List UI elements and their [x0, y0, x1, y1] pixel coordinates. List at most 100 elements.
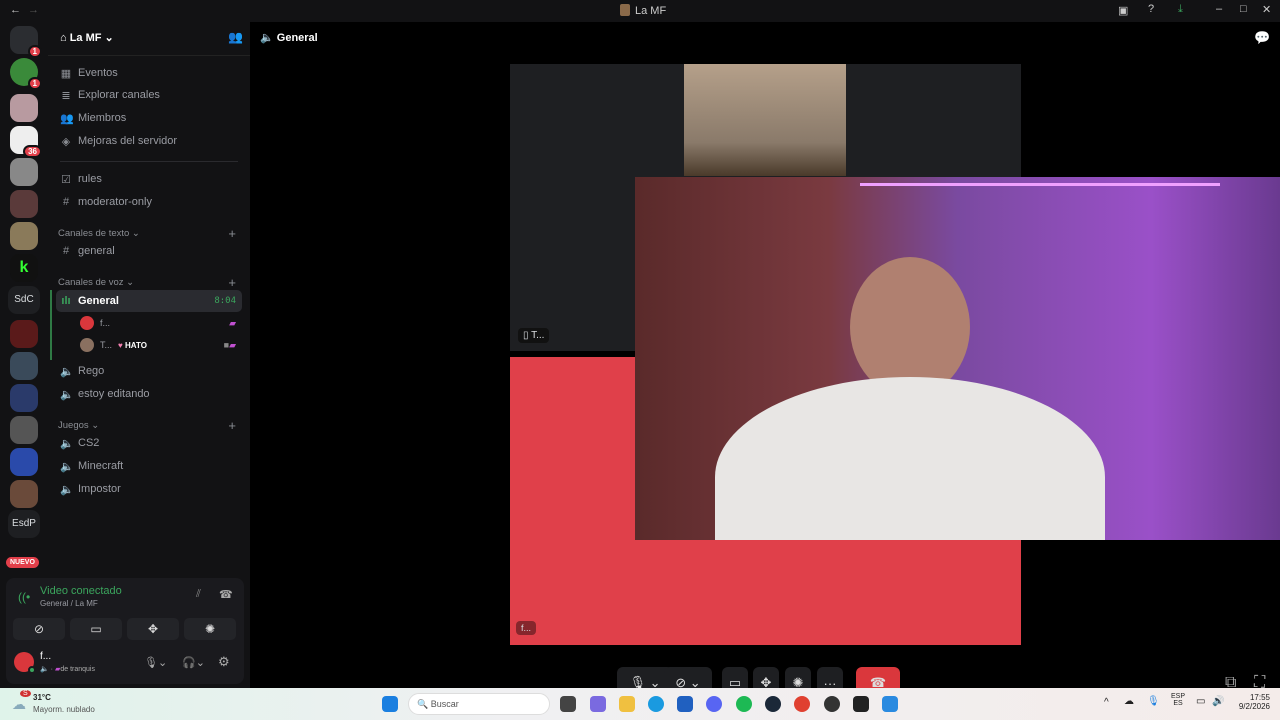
label: Miembros [78, 112, 127, 124]
inbox-icon[interactable]: ▣ [1118, 4, 1128, 17]
server-sdc[interactable]: SdC [8, 286, 40, 314]
channel-general-text[interactable]: # general [56, 240, 242, 262]
activities-button[interactable]: ✥ [127, 618, 179, 640]
username[interactable]: f... [40, 651, 51, 662]
server-icon[interactable] [10, 352, 38, 380]
plus-icon[interactable]: + [228, 275, 236, 290]
file-explorer-icon[interactable] [619, 696, 635, 712]
spotify-icon[interactable] [736, 696, 752, 712]
menu-explorar-canales[interactable]: ≣ Explorar canales [56, 84, 242, 106]
label: Minecraft [78, 460, 124, 472]
weather-icon[interactable]: ☁ [12, 696, 26, 713]
channel-rules[interactable]: ☑ rules [56, 168, 242, 190]
channel-impostor[interactable]: 🔈 Impostor [56, 478, 242, 500]
window-title: La MF [635, 5, 667, 17]
notepad-icon[interactable] [882, 696, 898, 712]
server-icon[interactable] [10, 384, 38, 412]
app-icon[interactable] [824, 696, 840, 712]
server-icon[interactable] [10, 416, 38, 444]
settings-gear-icon[interactable]: ⚙ [218, 654, 230, 670]
menu-eventos[interactable]: ▦ Eventos [56, 62, 242, 84]
volume-icon[interactable]: 🔊 [1212, 696, 1224, 707]
chat-icon[interactable]: 💬 [1254, 30, 1270, 46]
plus-icon[interactable]: + [228, 226, 236, 241]
channel-minecraft[interactable]: 🔈 Minecraft [56, 455, 242, 477]
speaker-icon: 🔈 [60, 365, 74, 378]
server-icon[interactable] [10, 158, 38, 186]
forward-button[interactable]: → [28, 4, 39, 16]
server-icon[interactable] [10, 190, 38, 218]
copilot-icon[interactable] [590, 696, 606, 712]
edge-icon[interactable] [648, 696, 664, 712]
time: 17:55 [1249, 693, 1270, 702]
microphone-tray-icon[interactable]: 🎙 [1147, 696, 1160, 707]
avatar[interactable] [14, 652, 36, 674]
channel-estoy-editando[interactable]: 🔈 estoy editando [56, 383, 242, 405]
channel-cs2[interactable]: 🔈 CS2 [56, 432, 242, 454]
label: general [78, 245, 115, 257]
server-icon[interactable] [10, 222, 38, 250]
category-juegos[interactable]: Juegos ⌄ + [58, 418, 240, 433]
start-button[interactable] [382, 696, 398, 712]
help-icon[interactable]: ? [1148, 3, 1154, 15]
taskview-icon[interactable] [560, 696, 576, 712]
channel-general-voice[interactable]: ılı General 8:04 [56, 290, 242, 312]
server-icon[interactable] [10, 448, 38, 476]
person-plus-icon[interactable]: 👥 [228, 30, 243, 44]
menu-miembros[interactable]: 👥 Miembros [56, 107, 242, 129]
weather-badge: S [20, 690, 31, 697]
screen-share-button[interactable]: ▭ [70, 618, 122, 640]
chrome-icon[interactable] [794, 696, 810, 712]
connection-location[interactable]: General / La MF [40, 599, 98, 608]
download-icon[interactable]: ⤓ [1178, 3, 1183, 16]
connection-status[interactable]: Video conectado [40, 585, 122, 597]
person-body [715, 377, 1105, 540]
tile-label: f... [516, 621, 537, 635]
maximize-button[interactable]: □ [1240, 3, 1247, 15]
category-canales-de-voz[interactable]: Canales de voz ⌄ + [58, 275, 240, 290]
tray-expand-icon[interactable]: ^ [1104, 697, 1109, 708]
menu-mejoras[interactable]: ◈ Mejoras del servidor [56, 130, 242, 152]
camera-off-button[interactable]: ⊘ [13, 618, 65, 640]
steam-icon[interactable] [765, 696, 781, 712]
onedrive-icon[interactable]: ☁ [1124, 696, 1134, 707]
noise-suppression-icon[interactable]: ⫽ [196, 588, 201, 601]
divider [60, 161, 238, 162]
username: T... [100, 340, 113, 350]
server-icon[interactable]: k [10, 254, 38, 282]
focused-video-stream[interactable] [635, 177, 1280, 540]
channel-moderator-only[interactable]: # moderator-only [56, 191, 242, 213]
badge: 1 [27, 45, 42, 58]
server-icon[interactable] [10, 320, 38, 348]
server-icon[interactable] [10, 94, 38, 122]
user-tag: ♥ HATO [118, 340, 147, 350]
capcut-icon[interactable] [853, 696, 869, 712]
weather-temp: 31°C [33, 693, 51, 702]
microphone-icon[interactable]: 🎙⌄ [144, 656, 167, 669]
close-button[interactable]: ✕ [1262, 3, 1271, 16]
store-icon[interactable] [677, 696, 693, 712]
clock[interactable]: 17:55 9/2/2026 [1232, 693, 1270, 711]
server-esdp[interactable]: EsdP [8, 510, 40, 538]
language-indicator[interactable]: ESP ES [1171, 693, 1185, 707]
category-canales-de-texto[interactable]: Canales de texto ⌄ + [58, 226, 240, 241]
direct-messages-button[interactable]: 1 [10, 26, 42, 58]
channel-rego[interactable]: 🔈 Rego [56, 360, 242, 382]
minimize-button[interactable]: – [1216, 3, 1222, 15]
discord-icon[interactable] [706, 696, 722, 712]
disconnect-icon[interactable]: ☎ [219, 588, 233, 601]
back-button[interactable]: ← [10, 4, 21, 16]
search-input[interactable]: 🔍 Buscar [408, 693, 550, 715]
soundboard-button[interactable]: ✺ [184, 618, 236, 640]
headphones-icon[interactable]: 🎧⌄ [182, 656, 205, 669]
plus-icon[interactable]: + [228, 418, 236, 433]
label: Rego [78, 365, 105, 377]
server-name-button[interactable]: ⌂ La MF ⌄ [60, 31, 114, 44]
server-icon[interactable] [10, 480, 38, 508]
network-icon[interactable]: ▭ [1196, 696, 1205, 707]
voice-user[interactable]: f... ▰ [76, 312, 242, 334]
voice-user[interactable]: T... ♥ HATO ■▰ [76, 334, 242, 356]
server-icon[interactable]: 36 [10, 126, 42, 158]
activity-icon: ▰ [229, 317, 236, 328]
server-icon[interactable]: 1 [10, 58, 42, 90]
